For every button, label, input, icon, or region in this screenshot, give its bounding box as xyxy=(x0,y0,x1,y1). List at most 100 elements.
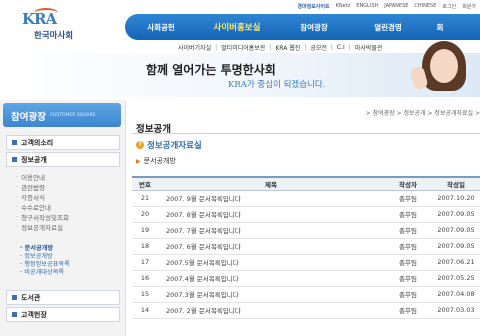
topbar-link[interactable]: JAPANESE xyxy=(384,3,408,9)
table-header-row: 번호 제목 작성자 작성일 xyxy=(132,177,480,190)
cell-date: 2007.09.05 xyxy=(437,242,475,250)
arrow-icon: ▶ xyxy=(136,157,141,165)
sub-title-text: 문서공개방 xyxy=(143,157,176,165)
bullet-icon xyxy=(12,140,17,145)
sidebar-subtitle: CUSTOMER SQUARE xyxy=(50,113,96,118)
table-row[interactable]: 17 2007.5월 문서목록입니다 총무팀 2007.06.21 xyxy=(132,254,480,270)
cell-author: 총무팀 xyxy=(399,243,417,251)
submenu-item[interactable]: 관련법령 xyxy=(16,182,122,192)
sidebar-item-info-disclosure[interactable]: 정보공개 xyxy=(6,152,120,167)
cell-date: 2007.06.21 xyxy=(437,258,475,266)
topbar-link[interactable]: 경마정보사이트 xyxy=(297,3,329,10)
table-row[interactable]: 18 2007. 6월 문서목록입니다 총무팀 2007.09.05 xyxy=(132,238,480,254)
section-title-text: 정보공개자료실 xyxy=(147,141,202,151)
hero-banner: 함께 열어가는 투명한사회 KRA가 중심이 되겠습니다. xyxy=(0,41,480,97)
cell-title-link[interactable]: 2007.3월 문서목록입니다 xyxy=(158,286,384,302)
cell-title-link[interactable]: 2007. 8월 문서목록입니다 xyxy=(158,206,384,222)
cell-date: 2007.05.25 xyxy=(437,274,475,282)
gnb-item[interactable]: 열린경영 xyxy=(351,22,425,33)
subsub-item[interactable]: 비공개대상목록 xyxy=(20,267,120,276)
logo-text: 한국마사회 xyxy=(34,31,74,41)
sub-title: ▶ 문서공개방 xyxy=(136,156,176,166)
banner-slogan: 함께 열어가는 투명한사회 xyxy=(146,63,276,77)
sidebar-submenu: 이용안내 관련법령 각종서식 수수료안내 청구서작성및조회 정보공개자료실 xyxy=(16,172,122,232)
table-row[interactable]: 21 2007. 9월 문서목록입니다 총무팀 2007.10.20 xyxy=(132,190,480,206)
sidebar-item-label: 정보공개 xyxy=(21,155,47,164)
topbar-link[interactable]: KNetz xyxy=(336,3,351,9)
kra-logo[interactable]: KRA 한국마사회 xyxy=(22,8,98,42)
section-title: ? 정보공개자료실 xyxy=(136,139,202,151)
cell-author: 총무팀 xyxy=(399,259,417,267)
table-row[interactable]: 19 2007. 7월 문서목록입니다 총무팀 2007.09.05 xyxy=(132,222,480,238)
submenu-item[interactable]: 청구서작성및조회 xyxy=(16,212,122,222)
cell-number: 15 xyxy=(140,290,150,298)
cell-date: 2007.09.05 xyxy=(437,226,475,234)
bullet-icon xyxy=(12,295,17,300)
subnav-link[interactable]: 공모전 xyxy=(310,43,327,52)
topbar-link[interactable]: CHINESE xyxy=(414,3,436,9)
subnav-link[interactable]: 사이버기자실 xyxy=(178,43,211,52)
question-icon: ? xyxy=(136,141,144,149)
table-row[interactable]: 20 2007. 8월 문서목록입니다 총무팀 2007.09.05 xyxy=(132,206,480,222)
cell-number: 20 xyxy=(140,210,150,218)
main-content: > 참여광장 > 정보공개 > 정보공개자료실 > 정보공개 ? 정보공개자료실… xyxy=(132,100,480,336)
sidebar-subsubmenu: 문서공개방 정보공개방 행정정보공표목록 비공개대상목록 xyxy=(20,243,120,276)
cell-author: 총무팀 xyxy=(399,291,417,299)
cell-title-link[interactable]: 2007. 7월 문서목록입니다 xyxy=(158,222,384,238)
bullet-icon xyxy=(12,312,17,317)
divider xyxy=(132,133,480,134)
subnav-link[interactable]: 멀티미디어홍보관 xyxy=(221,43,265,52)
cell-date: 2007.04.08 xyxy=(437,290,475,298)
topbar-link[interactable]: ENGLISH xyxy=(356,3,378,9)
gnb-item[interactable]: 회 xyxy=(425,22,455,33)
submenu-item[interactable]: 각종서식 xyxy=(16,192,122,202)
cell-number: 18 xyxy=(140,242,150,250)
sidebar-title: 참여광장 xyxy=(11,112,46,123)
sidebar-item-customer-charter[interactable]: 고객헌장 xyxy=(6,307,120,322)
subnav-link[interactable]: KRA 웹진 xyxy=(275,43,300,52)
breadcrumb: > 참여광장 > 정보공개 > 정보공개자료실 > xyxy=(365,110,480,117)
submenu-item[interactable]: 정보공개자료실 xyxy=(16,222,122,232)
col-header: 제목 xyxy=(265,180,277,189)
sidebar-item-customer-voice[interactable]: 고객의소리 xyxy=(6,135,120,150)
gnb-item-active[interactable]: 사이버홍보실 xyxy=(197,21,277,33)
banner-subslogan: KRA가 중심이 되겠습니다. xyxy=(228,80,326,90)
cell-title-link[interactable]: 2007. 2월 문서목록입니다 xyxy=(158,302,384,318)
cell-title-link[interactable]: 2007.5월 문서목록입니다 xyxy=(158,254,384,270)
cell-date: 2007.10.20 xyxy=(437,194,475,202)
submenu-item[interactable]: 이용안내 xyxy=(16,172,122,182)
cell-title-link[interactable]: 2007. 6월 문서목록입니다 xyxy=(158,238,384,254)
cell-date: 2007.03.03 xyxy=(437,306,475,314)
logo-mark: KRA xyxy=(22,10,57,28)
cell-date: 2007.09.05 xyxy=(437,210,475,218)
cell-author: 총무팀 xyxy=(399,211,417,219)
cell-number: 17 xyxy=(140,258,150,266)
table-row[interactable]: 15 2007.3월 문서목록입니다 총무팀 2007.04.08 xyxy=(132,286,480,302)
col-header: 작성자 xyxy=(399,180,417,189)
gnb-item[interactable]: 사회공헌 xyxy=(125,22,197,33)
cell-title-link[interactable]: 2007.4월 문서목록입니다 xyxy=(158,270,384,286)
document-table: 번호 제목 작성자 작성일 21 2007. 9월 문서목록입니다 총무팀 20… xyxy=(132,176,480,319)
cell-author: 총무팀 xyxy=(399,227,417,235)
sidebar-item-label: 고객헌장 xyxy=(21,310,47,319)
cell-author: 총무팀 xyxy=(399,195,417,203)
header: KRA 한국마사회 경마정보사이트 KNetz ENGLISH JAPANESE… xyxy=(0,0,480,100)
bullet-icon xyxy=(12,157,17,162)
sidebar-item-label: 고객의소리 xyxy=(21,138,54,147)
sidebar-item-label: 도서관 xyxy=(21,293,41,302)
sidebar-header: 참여광장 CUSTOMER SQUARE xyxy=(3,103,121,127)
gnb-item[interactable]: 참여광장 xyxy=(277,22,351,33)
table-row[interactable]: 16 2007.4월 문서목록입니다 총무팀 2007.05.25 xyxy=(132,270,480,286)
cell-author: 총무팀 xyxy=(399,275,417,283)
topbar-link[interactable]: 로그인 xyxy=(442,3,456,10)
cell-title-link[interactable]: 2007. 9월 문서목록입니다 xyxy=(158,190,384,206)
banner-person-image xyxy=(409,37,480,97)
subnav-link[interactable]: C.I xyxy=(337,44,345,51)
topbar-link[interactable]: 회원가 xyxy=(462,3,476,10)
subnav-link[interactable]: 마사박물관 xyxy=(355,43,383,52)
col-header: 번호 xyxy=(139,180,151,189)
sidebar-item-library[interactable]: 도서관 xyxy=(6,290,120,305)
top-utility-bar: 경마정보사이트 KNetz ENGLISH JAPANESE CHINESE 로… xyxy=(125,0,480,12)
submenu-item[interactable]: 수수료안내 xyxy=(16,202,122,212)
table-row[interactable]: 14 2007. 2월 문서목록입니다 총무팀 2007.03.03 xyxy=(132,302,480,318)
